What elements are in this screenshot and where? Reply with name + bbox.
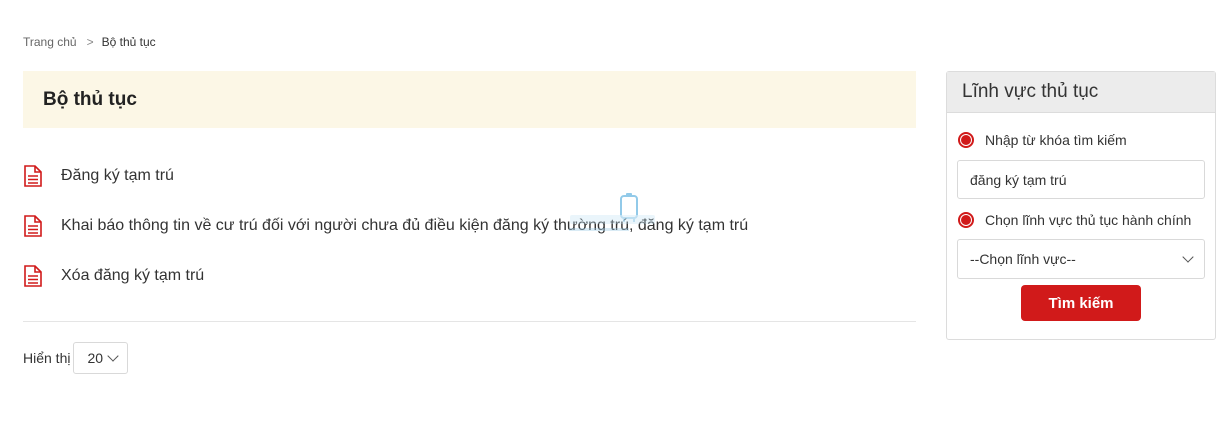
field-option[interactable]: Chọn lĩnh vực thủ tục hành chính [958,212,1215,228]
breadcrumb-separator: > [86,35,94,49]
keyword-option[interactable]: Nhập từ khóa tìm kiếm [958,132,1215,148]
page-size-label: Hiển thị [23,350,71,366]
procedure-field-panel: Lĩnh vực thủ tục Nhập từ khóa tìm kiếm C… [946,71,1216,340]
keyword-radio[interactable] [958,132,974,148]
procedure-item[interactable]: Khai báo thông tin về cư trú đối với ngư… [23,205,916,255]
field-select[interactable]: --Chọn lĩnh vực-- [957,239,1205,279]
search-button[interactable]: Tìm kiếm [1021,285,1141,321]
page-size-value: 20 [87,350,104,366]
watermark-logo [569,193,655,231]
procedure-item[interactable]: Xóa đăng ký tạm trú [23,255,916,305]
chevron-down-icon [107,350,120,362]
page-title-box: Bộ thủ tục [23,71,916,128]
field-select-value: --Chọn lĩnh vực-- [970,251,1076,267]
procedure-link[interactable]: Xóa đăng ký tạm trú [61,267,204,285]
breadcrumb-current: Bộ thủ tục [101,35,156,49]
main-content: Bộ thủ tục Đăng ký tạm trú Khai báo thôn… [23,71,916,374]
field-option-label: Chọn lĩnh vực thủ tục hành chính [985,212,1192,228]
panel-title: Lĩnh vực thủ tục [947,72,1215,113]
field-radio[interactable] [958,212,974,228]
page-title: Bộ thủ tục [43,88,137,110]
breadcrumb-home-link[interactable]: Trang chủ [23,35,77,49]
chevron-down-icon [1182,251,1194,263]
document-icon [24,265,42,287]
page-size-select[interactable]: 20 [73,342,129,374]
procedure-link[interactable]: Đăng ký tạm trú [61,167,174,185]
page-size-control: Hiển thị 20 [23,342,916,374]
document-icon [24,165,42,187]
breadcrumb: Trang chủ > Bộ thủ tục [23,35,156,49]
procedure-item[interactable]: Đăng ký tạm trú [23,155,916,205]
divider [23,321,916,322]
keyword-input[interactable] [957,160,1205,199]
keyword-option-label: Nhập từ khóa tìm kiếm [985,132,1127,148]
procedure-list: Đăng ký tạm trú Khai báo thông tin về cư… [23,155,916,305]
document-icon [24,215,42,237]
